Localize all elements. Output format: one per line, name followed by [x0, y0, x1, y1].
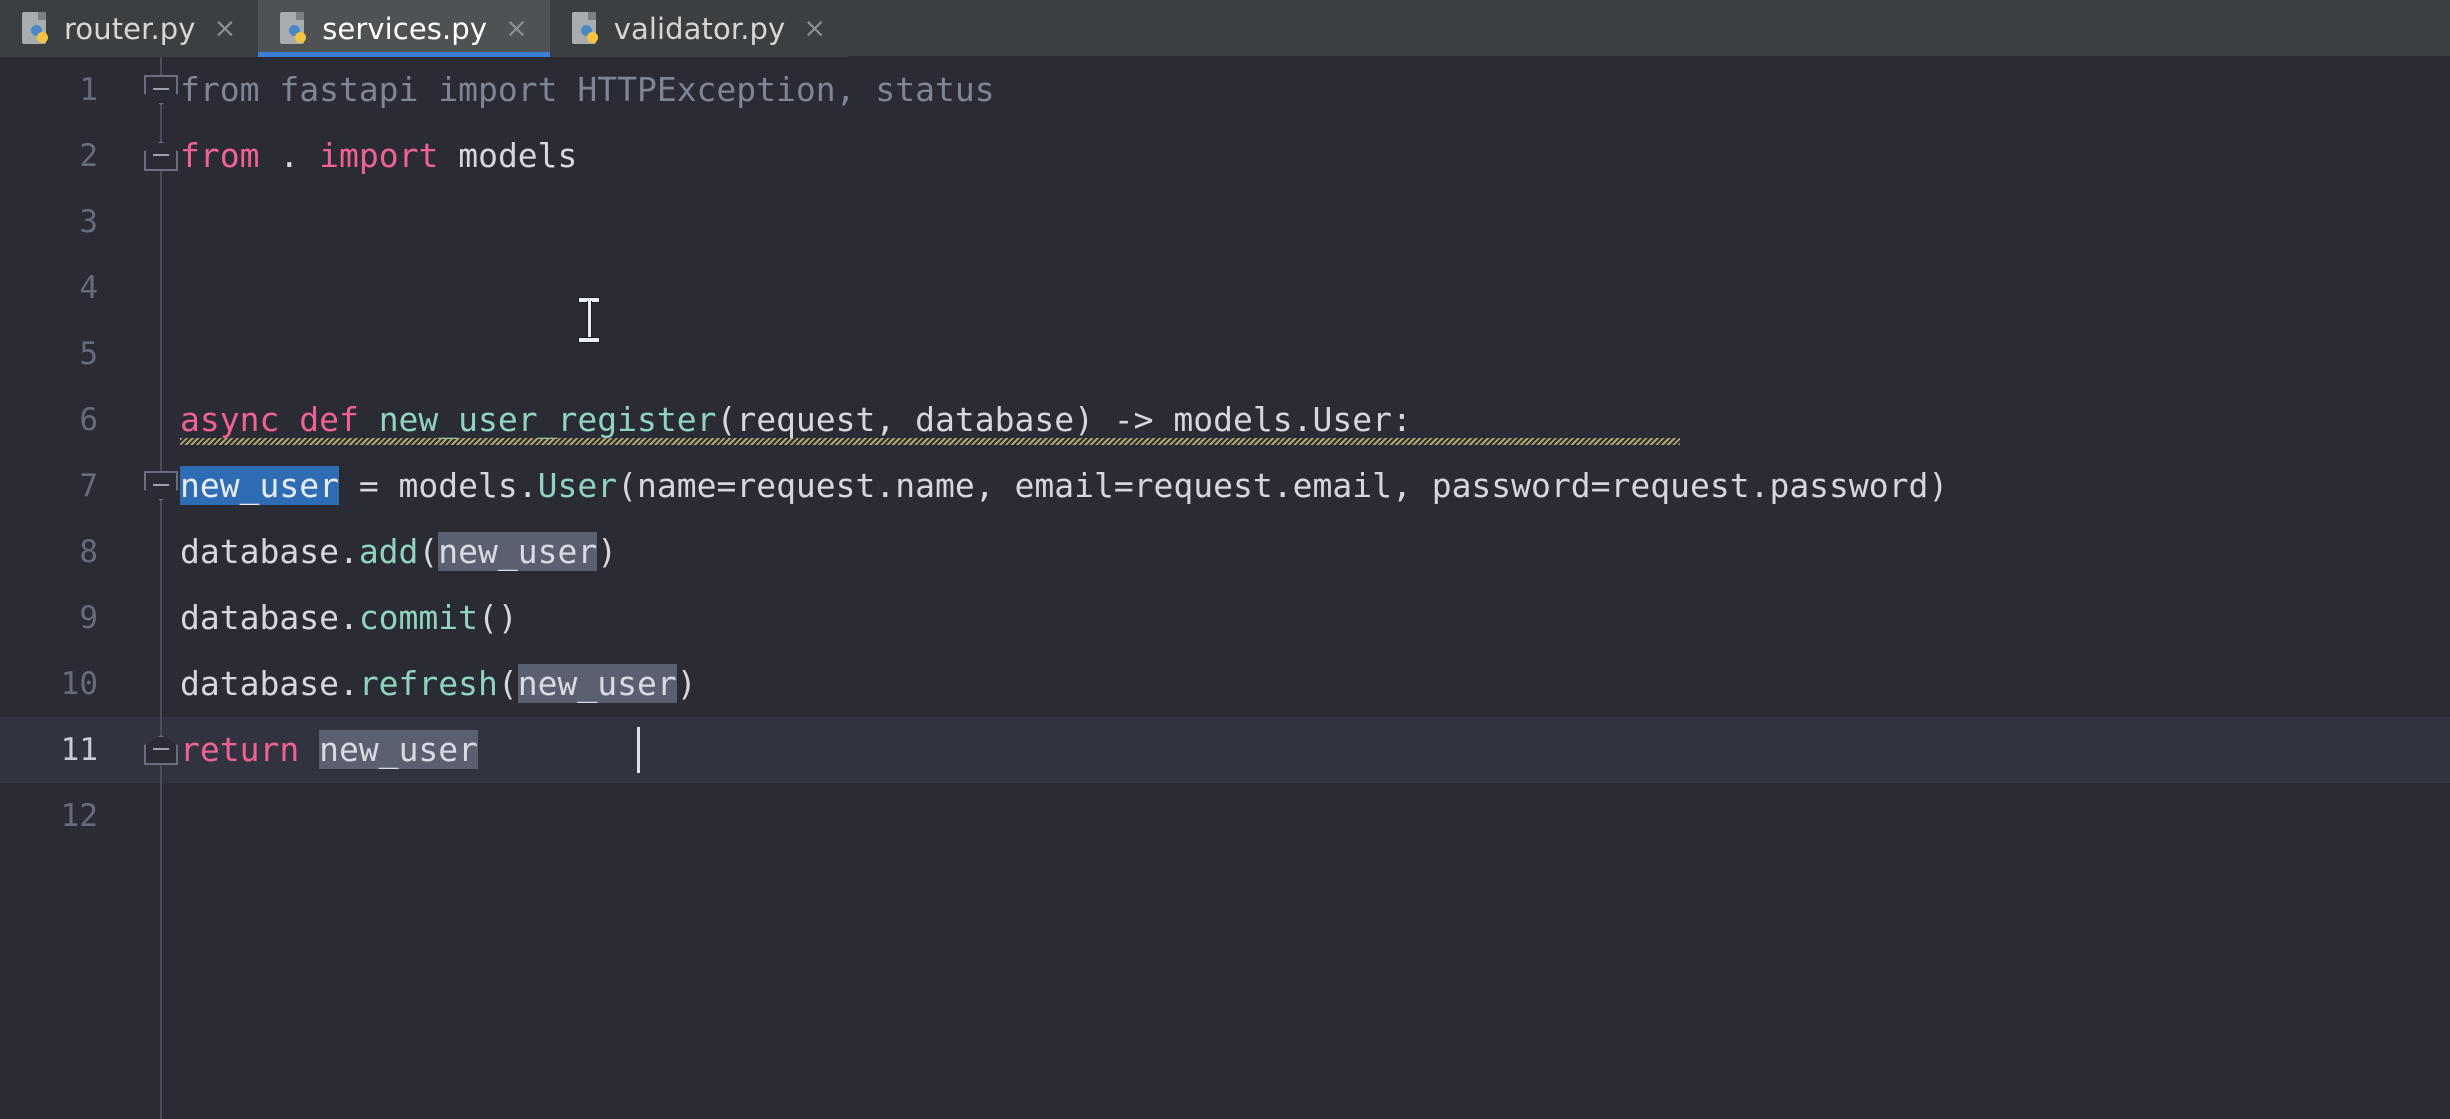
line-number: 1: [0, 57, 162, 123]
python-file-icon: [22, 12, 52, 46]
code-line-11[interactable]: return new_user: [180, 717, 478, 783]
line-number-gutter: 1 2 3 4 5 6 7 8 9 10 11 12: [0, 57, 162, 1119]
space: [299, 136, 319, 175]
tab-validator-py[interactable]: validator.py ×: [550, 0, 848, 57]
class-user: User: [538, 466, 617, 505]
relative-import-dot: .: [279, 136, 299, 175]
tab-services-py[interactable]: services.py ×: [258, 0, 550, 57]
space: [438, 136, 458, 175]
python-file-icon: [572, 12, 602, 46]
constructor-arguments: (name=request.name, email=request.email,…: [617, 466, 1948, 505]
object-database: database.: [180, 532, 359, 571]
code-line-10[interactable]: database.refresh(new_user): [180, 651, 697, 717]
keyword-import: import: [319, 136, 438, 175]
method-add: add: [359, 532, 419, 571]
fold-marker-line-11[interactable]: [144, 735, 178, 765]
keyword-return: return: [180, 730, 299, 769]
tab-label: router.py: [64, 12, 196, 46]
fold-marker-line-6[interactable]: [144, 471, 178, 501]
occurrence-new-user[interactable]: new_user: [438, 532, 597, 571]
fold-marker-line-1[interactable]: [144, 75, 178, 105]
object-database: database.: [180, 664, 359, 703]
space: [259, 136, 279, 175]
line-number: 4: [0, 255, 162, 321]
editor-tab-bar: router.py × services.py × validator.py ×: [0, 0, 2450, 57]
object-database: database.: [180, 598, 359, 637]
method-commit: commit: [359, 598, 478, 637]
empty-parens: (): [478, 598, 518, 637]
line-number: 7: [0, 453, 162, 519]
module-models: models: [458, 136, 577, 175]
line-number: 5: [0, 321, 162, 387]
space: [359, 400, 379, 439]
line-number: 9: [0, 585, 162, 651]
occurrence-new-user[interactable]: new_user: [319, 730, 478, 769]
function-name: new_user_register: [379, 400, 717, 439]
warning-squiggle-underline: [180, 438, 1680, 445]
selected-variable-new-user[interactable]: new_user: [180, 466, 339, 505]
line-number: 3: [0, 189, 162, 255]
line-number: 8: [0, 519, 162, 585]
assignment-operator: = models.: [339, 466, 538, 505]
fold-marker-line-2[interactable]: [144, 141, 178, 171]
code-line-2[interactable]: from . import models: [180, 123, 577, 189]
line-number: 12: [0, 783, 162, 849]
python-file-icon: [280, 12, 310, 46]
code-line-8[interactable]: database.add(new_user): [180, 519, 617, 585]
close-icon[interactable]: ×: [505, 15, 528, 42]
code-line-1[interactable]: from fastapi import HTTPException, statu…: [180, 57, 995, 123]
tab-label: services.py: [322, 12, 487, 46]
function-signature: (request, database) -> models.User:: [716, 400, 1411, 439]
method-refresh: refresh: [359, 664, 498, 703]
code-line-7[interactable]: new_user = models.User(name=request.name…: [180, 453, 1948, 519]
code-line-9[interactable]: database.commit(): [180, 585, 518, 651]
open-paren: (: [498, 664, 518, 703]
line-number: 10: [0, 651, 162, 717]
keyword-from: from: [180, 136, 259, 175]
close-icon[interactable]: ×: [214, 15, 237, 42]
text-ibeam-cursor: [578, 297, 600, 343]
tab-router-py[interactable]: router.py ×: [0, 0, 258, 57]
code-editor[interactable]: 1 2 3 4 5 6 7 8 9 10 11 12 from fastapi …: [0, 57, 2450, 1119]
close-paren: ): [597, 532, 617, 571]
tab-label: validator.py: [614, 12, 786, 46]
line-number-current: 11: [0, 717, 162, 783]
line-number: 2: [0, 123, 162, 189]
text-caret: [637, 727, 640, 773]
close-icon[interactable]: ×: [803, 15, 826, 42]
unused-import-text: from fastapi import HTTPException, statu…: [180, 70, 995, 109]
space: [299, 730, 319, 769]
close-paren: ): [677, 664, 697, 703]
open-paren: (: [418, 532, 438, 571]
line-number: 6: [0, 387, 162, 453]
occurrence-new-user[interactable]: new_user: [518, 664, 677, 703]
keyword-async-def: async def: [180, 400, 359, 439]
